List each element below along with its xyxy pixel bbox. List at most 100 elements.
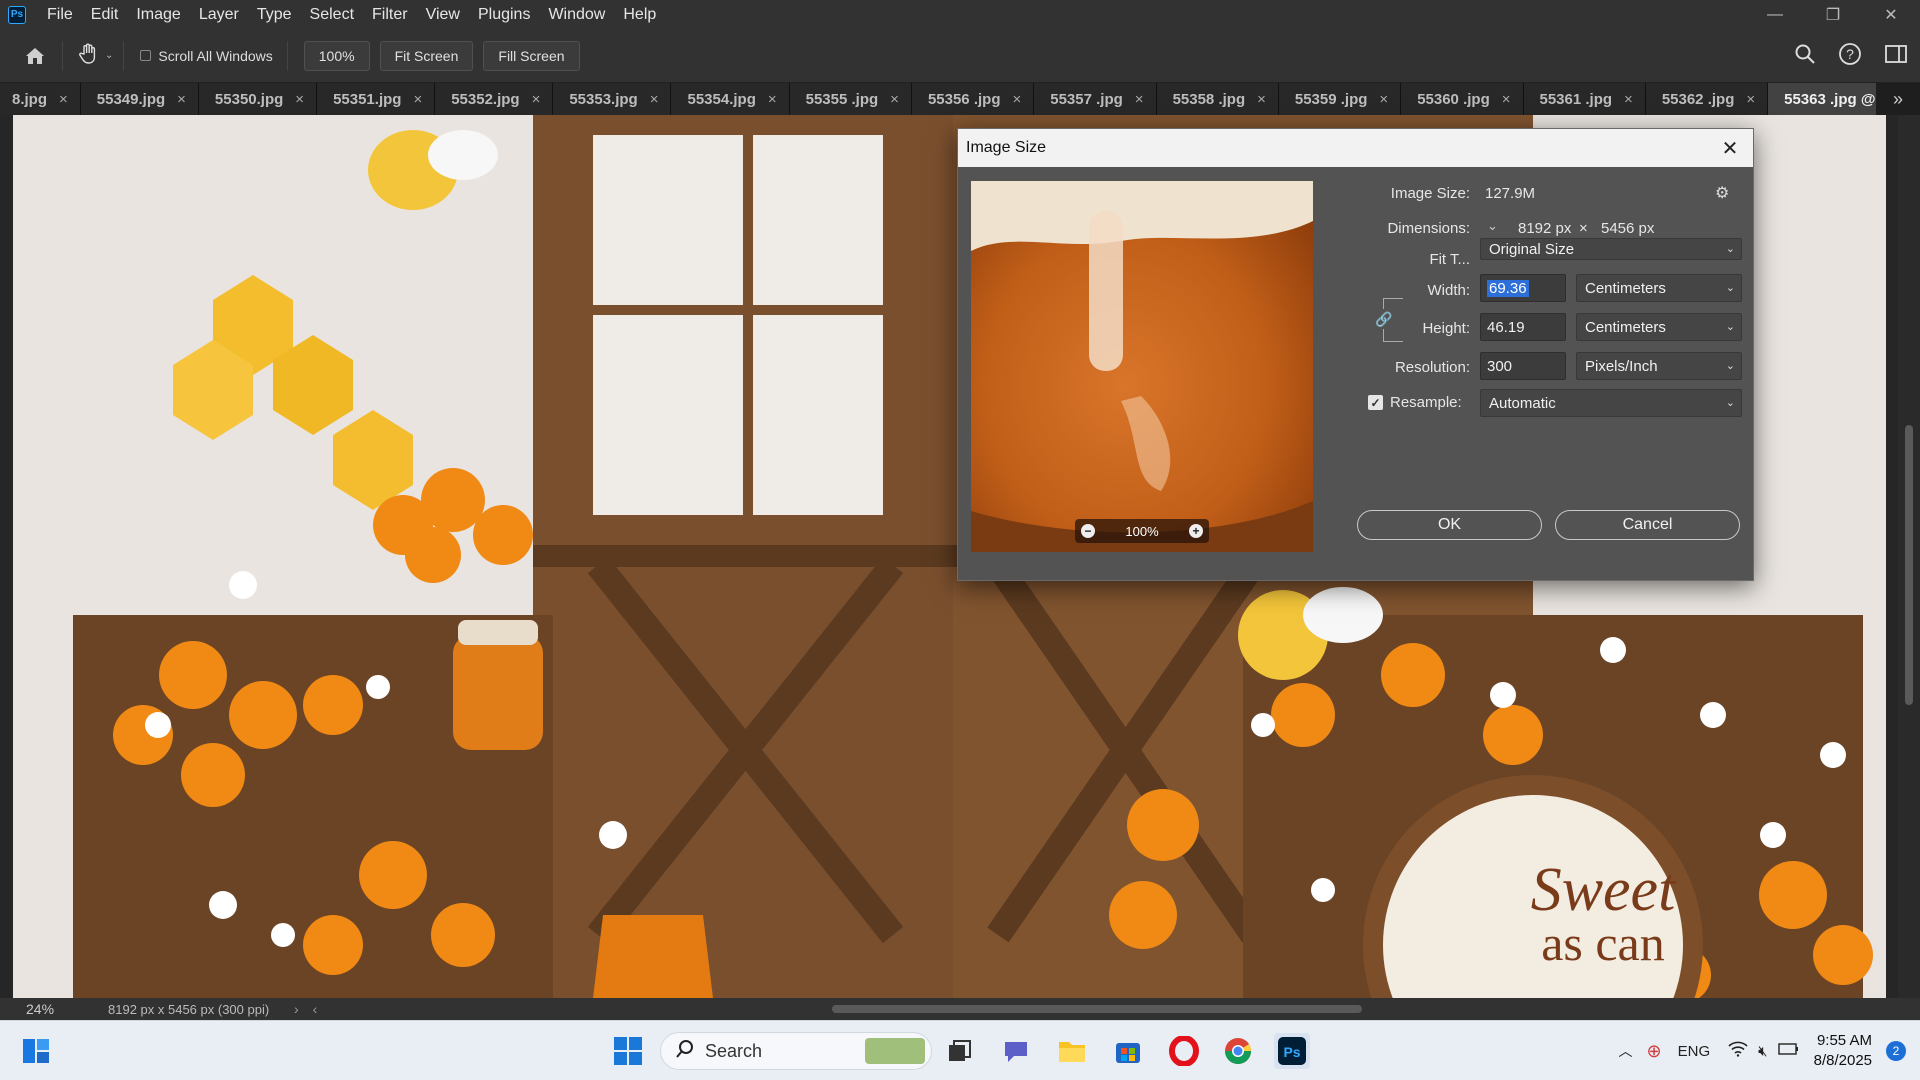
resample-dropdown[interactable]: Automatic ⌄ bbox=[1480, 389, 1742, 417]
opera-icon[interactable] bbox=[1166, 1033, 1202, 1069]
horizontal-scroll-thumb[interactable] bbox=[832, 1005, 1362, 1013]
vpn-icon[interactable]: ⊕ bbox=[1647, 1041, 1662, 1062]
close-tab-icon[interactable]: × bbox=[1257, 91, 1266, 108]
restore-icon[interactable]: ❐ bbox=[1804, 0, 1862, 29]
document-tab[interactable]: 55356 .jpg × bbox=[911, 83, 1035, 115]
vertical-scrollbar[interactable] bbox=[1898, 115, 1920, 998]
widgets-icon[interactable] bbox=[18, 1033, 54, 1069]
chevron-up-icon[interactable]: ︿ bbox=[1619, 1041, 1633, 1061]
dialog-title-bar[interactable]: Image Size ✕ bbox=[958, 129, 1753, 167]
height-input[interactable]: 46.19 bbox=[1480, 313, 1566, 341]
tabs-overflow-icon[interactable]: » bbox=[1876, 83, 1920, 115]
close-tab-icon[interactable]: × bbox=[890, 91, 899, 108]
document-tab[interactable]: 55357 .jpg × bbox=[1034, 83, 1157, 115]
horizontal-scrollbar[interactable] bbox=[316, 1005, 1876, 1013]
store-icon[interactable] bbox=[1110, 1033, 1146, 1069]
link-icon[interactable]: 🔗 bbox=[1375, 309, 1393, 329]
close-tab-icon[interactable]: × bbox=[650, 91, 659, 108]
zoom-100-button[interactable]: 100% bbox=[303, 40, 370, 71]
zoom-in-icon[interactable]: + bbox=[1189, 524, 1203, 538]
taskbar-search[interactable]: Search bbox=[660, 1032, 932, 1070]
dimensions-dropdown-icon[interactable]: ⌄ bbox=[1487, 218, 1498, 234]
resample-checkbox[interactable]: ✓ bbox=[1368, 395, 1383, 410]
minimize-icon[interactable]: — bbox=[1746, 0, 1804, 29]
close-tab-icon[interactable]: × bbox=[59, 91, 68, 108]
document-tab[interactable]: 55354.jpg × bbox=[671, 83, 790, 115]
close-tab-icon[interactable]: × bbox=[413, 91, 422, 108]
notification-badge[interactable]: 2 bbox=[1886, 1041, 1906, 1061]
document-tab[interactable]: 55353.jpg × bbox=[553, 83, 672, 115]
close-tab-icon[interactable]: × bbox=[1746, 91, 1755, 108]
language-indicator[interactable]: ENG bbox=[1678, 1043, 1711, 1060]
close-tab-icon[interactable]: × bbox=[1379, 91, 1388, 108]
fit-to-dropdown[interactable]: Original Size ⌄ bbox=[1480, 238, 1742, 260]
resolution-unit-dropdown[interactable]: Pixels/Inch ⌄ bbox=[1576, 352, 1742, 380]
file-explorer-icon[interactable] bbox=[1054, 1033, 1090, 1069]
document-tab[interactable]: 55350.jpg × bbox=[198, 83, 318, 115]
close-tab-icon[interactable]: × bbox=[295, 91, 304, 108]
wifi-icon[interactable] bbox=[1728, 1041, 1748, 1061]
height-unit-dropdown[interactable]: Centimeters ⌄ bbox=[1576, 313, 1742, 341]
width-unit-dropdown[interactable]: Centimeters ⌄ bbox=[1576, 274, 1742, 302]
menu-select[interactable]: Select bbox=[301, 0, 363, 29]
close-icon[interactable]: ✕ bbox=[1717, 135, 1743, 161]
gear-icon[interactable]: ⚙ bbox=[1715, 183, 1729, 203]
menu-image[interactable]: Image bbox=[127, 0, 189, 29]
document-tab[interactable]: 55358 .jpg × bbox=[1156, 83, 1279, 115]
close-tab-icon[interactable]: × bbox=[768, 91, 777, 108]
clock[interactable]: 9:55 AM 8/8/2025 bbox=[1814, 1031, 1872, 1071]
document-tab[interactable]: 55355 .jpg × bbox=[789, 83, 912, 115]
volume-muted-icon[interactable]: 🔇︎ bbox=[1758, 1043, 1767, 1060]
chevron-right-icon[interactable]: › bbox=[294, 1001, 299, 1017]
close-tab-icon[interactable]: × bbox=[1502, 91, 1511, 108]
width-input[interactable]: 69.36 bbox=[1480, 274, 1566, 302]
document-tab[interactable]: 55359 .jpg × bbox=[1278, 83, 1402, 115]
document-info[interactable]: 8192 px x 5456 px (300 ppi) bbox=[70, 1002, 300, 1017]
close-tab-icon[interactable]: × bbox=[1012, 91, 1021, 108]
menu-window[interactable]: Window bbox=[539, 0, 614, 29]
menu-edit[interactable]: Edit bbox=[82, 0, 128, 29]
menu-help[interactable]: Help bbox=[614, 0, 665, 29]
menu-filter[interactable]: Filter bbox=[363, 0, 417, 29]
start-icon[interactable] bbox=[610, 1033, 646, 1069]
search-icon[interactable] bbox=[1794, 43, 1816, 69]
document-tab[interactable]: 55360 .jpg × bbox=[1401, 83, 1524, 115]
help-icon[interactable]: ? bbox=[1838, 42, 1862, 70]
chrome-icon[interactable] bbox=[1220, 1033, 1256, 1069]
fill-screen-button[interactable]: Fill Screen bbox=[483, 40, 580, 71]
zoom-out-icon[interactable]: − bbox=[1081, 524, 1095, 538]
menu-layer[interactable]: Layer bbox=[190, 0, 248, 29]
menu-view[interactable]: View bbox=[417, 0, 469, 29]
scroll-all-windows-checkbox[interactable]: Scroll All Windows bbox=[140, 48, 273, 64]
battery-icon[interactable] bbox=[1777, 1042, 1800, 1060]
image-preview[interactable]: − 100% + bbox=[971, 181, 1313, 552]
checkbox-box[interactable] bbox=[140, 50, 152, 61]
workspace-icon[interactable] bbox=[1884, 43, 1908, 69]
resolution-input[interactable]: 300 bbox=[1480, 352, 1566, 380]
cancel-button[interactable]: Cancel bbox=[1555, 510, 1740, 540]
document-tab[interactable]: 8.jpg × bbox=[0, 83, 81, 115]
vertical-scroll-thumb[interactable] bbox=[1905, 425, 1913, 705]
hand-tool-preset[interactable]: ⌄ bbox=[77, 42, 113, 70]
menu-plugins[interactable]: Plugins bbox=[469, 0, 539, 29]
document-tab[interactable]: 55351.jpg × bbox=[317, 83, 436, 115]
close-tab-icon[interactable]: × bbox=[1624, 91, 1633, 108]
chat-icon[interactable] bbox=[998, 1033, 1034, 1069]
home-icon[interactable] bbox=[22, 43, 48, 69]
close-tab-icon[interactable]: × bbox=[177, 91, 186, 108]
task-view-icon[interactable] bbox=[942, 1033, 978, 1069]
ok-button[interactable]: OK bbox=[1357, 510, 1542, 540]
menu-file[interactable]: File bbox=[38, 0, 82, 29]
document-tab[interactable]: 55362 .jpg × bbox=[1645, 83, 1769, 115]
zoom-level[interactable]: 24% bbox=[0, 1001, 70, 1017]
document-tab[interactable]: 55361 .jpg × bbox=[1523, 83, 1646, 115]
document-tab[interactable]: 55349.jpg × bbox=[80, 83, 199, 115]
close-tab-icon[interactable]: × bbox=[1135, 91, 1144, 108]
document-tab[interactable]: 55352.jpg × bbox=[435, 83, 554, 115]
menu-type[interactable]: Type bbox=[248, 0, 301, 29]
photoshop-taskbar-icon[interactable]: Ps bbox=[1274, 1033, 1310, 1069]
fit-screen-button[interactable]: Fit Screen bbox=[379, 40, 474, 71]
close-window-icon[interactable]: ✕ bbox=[1862, 0, 1920, 29]
close-tab-icon[interactable]: × bbox=[532, 91, 541, 108]
canvas-area[interactable]: Sweet as can Image Size ✕ − 100% + Image… bbox=[0, 115, 1920, 998]
